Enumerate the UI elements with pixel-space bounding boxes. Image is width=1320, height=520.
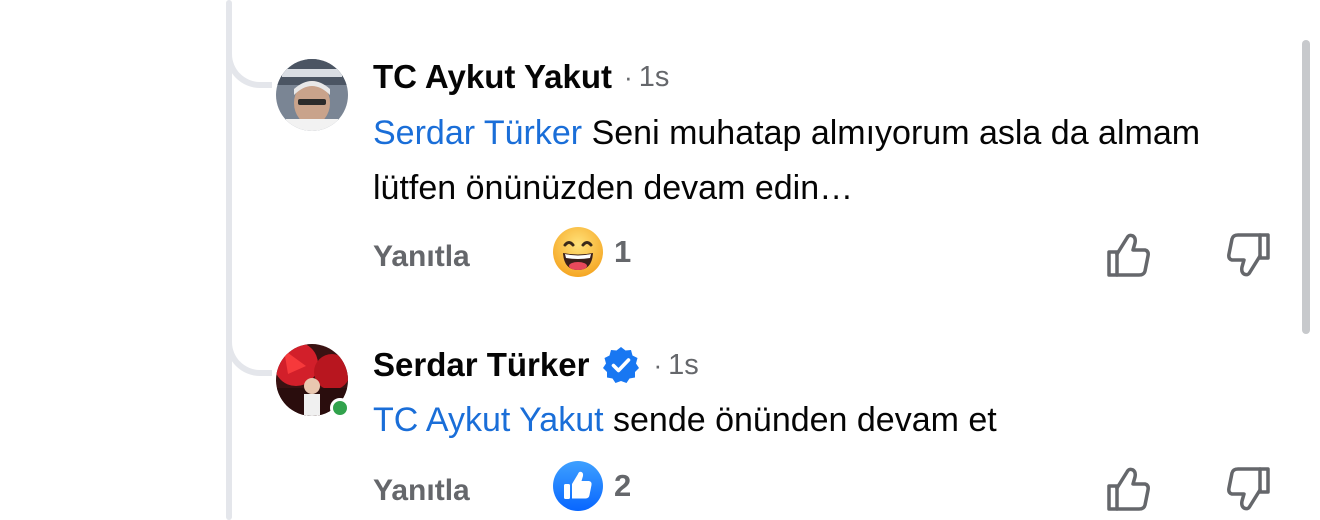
verified-badge-icon xyxy=(603,347,640,383)
reaction-summary[interactable]: 1 xyxy=(552,226,631,278)
laughing-face-emoji xyxy=(553,227,603,277)
mention-link[interactable]: Serdar Türker xyxy=(373,114,582,152)
reaction-count: 1 xyxy=(614,234,632,269)
separator-dot: · xyxy=(624,61,633,92)
comment-actions: Yanıtla 1 xyxy=(0,226,1320,286)
scrollbar[interactable] xyxy=(1302,40,1310,334)
thumbs-up-icon[interactable] xyxy=(1103,464,1153,514)
comment-author[interactable]: Serdar Türker xyxy=(373,346,589,384)
comment-timestamp[interactable]: 1s xyxy=(668,349,699,382)
comment-author[interactable]: TC Aykut Yakut xyxy=(373,58,612,96)
mention-link[interactable]: TC Aykut Yakut xyxy=(373,401,604,439)
comment-body: sende önünden devam et xyxy=(603,401,997,439)
comment-timestamp[interactable]: 1s xyxy=(639,61,670,94)
thumbs-down-icon[interactable] xyxy=(1224,230,1274,280)
online-status-indicator xyxy=(330,398,350,418)
comment-text: TC Aykut Yakut sende önünden devam et xyxy=(373,393,1253,448)
avatar[interactable] xyxy=(276,344,350,418)
thumbs-down-icon[interactable] xyxy=(1224,464,1274,514)
thumbs-up-reaction xyxy=(553,461,603,511)
reaction-count: 2 xyxy=(614,468,632,503)
comment-actions: Yanıtla 2 xyxy=(0,460,1320,520)
comment-text: Serdar Türker Seni muhatap almıyorum asl… xyxy=(373,106,1253,216)
reply-button[interactable]: Yanıtla xyxy=(373,474,470,508)
thread-branch xyxy=(226,336,272,376)
avatar[interactable] xyxy=(276,59,348,131)
separator-dot: · xyxy=(653,349,663,380)
reply-button[interactable]: Yanıtla xyxy=(373,240,470,274)
reaction-summary[interactable]: 2 xyxy=(552,460,631,512)
thread-branch xyxy=(226,48,272,88)
thumbs-up-icon[interactable] xyxy=(1103,230,1153,280)
